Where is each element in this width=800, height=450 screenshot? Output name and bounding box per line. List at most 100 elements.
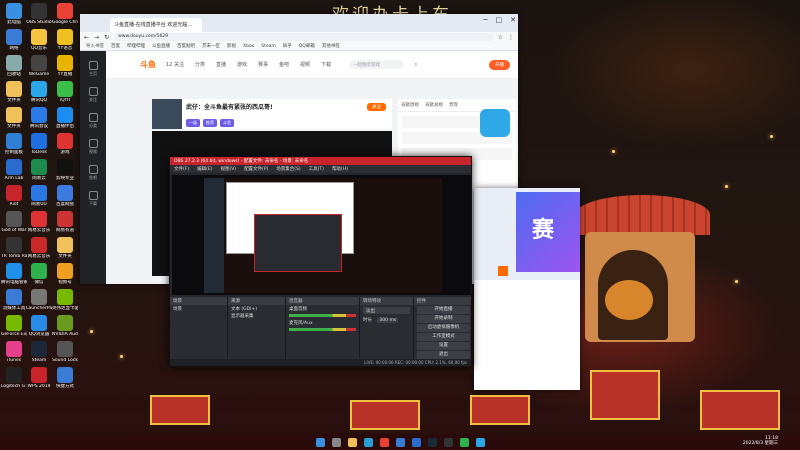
- obs-control-button[interactable]: 开始直播: [417, 306, 470, 314]
- bookmark-item[interactable]: 芥末一区: [202, 43, 220, 49]
- bookmark-item[interactable]: 其他书签: [322, 43, 340, 49]
- site-nav-item[interactable]: 分类: [195, 61, 205, 68]
- minimize-icon[interactable]: ─: [483, 16, 487, 24]
- room-tag[interactable]: 一级: [186, 119, 200, 127]
- star-icon[interactable]: ☆: [498, 34, 503, 41]
- site-nav-item[interactable]: 赛事: [258, 61, 268, 68]
- search-icon[interactable]: ⌕: [414, 61, 417, 69]
- obs-control-button[interactable]: 设置: [417, 342, 470, 350]
- site-nav-item[interactable]: 直播: [216, 61, 226, 68]
- site-nav-item[interactable]: 视频: [300, 61, 310, 68]
- bookmark-item[interactable]: 哔哩哔哩: [127, 43, 145, 49]
- desktop-icon[interactable]: QQ音乐: [26, 29, 52, 51]
- obs-control-button[interactable]: 工作室模式: [417, 333, 470, 341]
- desktop-icon[interactable]: Steam: [26, 341, 52, 363]
- file-explorer-icon[interactable]: [347, 437, 357, 447]
- desktop-icon[interactable]: 百度网盘: [52, 185, 78, 207]
- open-live-button[interactable]: 开播: [489, 59, 510, 70]
- desktop-icon[interactable]: 微信: [26, 263, 52, 285]
- site-nav-item[interactable]: 游戏: [237, 61, 247, 68]
- event-scroll-area[interactable]: [474, 280, 580, 390]
- obs-menu-item[interactable]: 工具(T): [309, 166, 324, 172]
- desktop-icon[interactable]: iTunes: [1, 341, 27, 363]
- obs-icon[interactable]: [443, 437, 453, 447]
- room-tag[interactable]: 推荐: [203, 119, 217, 127]
- close-icon[interactable]: ✕: [510, 16, 516, 24]
- desktop-icon[interactable]: 流媒体工具: [1, 289, 27, 311]
- menu-icon[interactable]: ⋮: [508, 34, 514, 41]
- bookmark-item[interactable]: 导入书签: [86, 43, 104, 49]
- obs-menu-item[interactable]: 编辑(E): [197, 166, 212, 172]
- desktop-icon[interactable]: 网易云: [26, 159, 52, 181]
- volume-meter[interactable]: [289, 328, 356, 331]
- transition-type-select[interactable]: 淡出: [363, 307, 410, 314]
- source-item[interactable]: 文本 (GDI+): [228, 305, 285, 312]
- desktop-icon[interactable]: 英伟达显卡驱动: [52, 289, 78, 311]
- desktop-icon[interactable]: God of War: [1, 211, 27, 233]
- volume-meter[interactable]: [289, 314, 356, 317]
- desktop-icon[interactable]: Logitech G HUB: [1, 367, 27, 389]
- obs-menu-item[interactable]: 视图(V): [220, 166, 236, 172]
- desktop-icon[interactable]: 网易云音乐: [26, 237, 52, 259]
- qq-icon[interactable]: [475, 437, 485, 447]
- sidebar-item[interactable]: 鱼吧: [83, 165, 103, 181]
- obs-control-button[interactable]: 开始录制: [417, 315, 470, 323]
- desktop-icon[interactable]: YY直播: [52, 55, 78, 77]
- edge-icon[interactable]: [363, 437, 373, 447]
- desktop-icon[interactable]: OBS Studio: [26, 3, 52, 25]
- desktop-icon[interactable]: 剪映专业: [52, 159, 78, 181]
- bookmark-item[interactable]: 影视: [227, 43, 236, 49]
- obs-window[interactable]: OBS 27.2.3 (64 bit, windows) - 配置文件: 未命名…: [169, 156, 472, 367]
- desktop-icon[interactable]: 腾讯会议: [26, 107, 52, 129]
- bookmark-item[interactable]: 知乎: [283, 43, 292, 49]
- desktop-icon[interactable]: 腾讯QQ: [26, 81, 52, 103]
- bookmark-item[interactable]: Xbox: [243, 44, 254, 49]
- desktop-icon[interactable]: Sound Lock: [52, 341, 78, 363]
- sidebar-item[interactable]: 视频: [83, 139, 103, 155]
- streamer-avatar[interactable]: [152, 99, 182, 129]
- desktop-icon[interactable]: 网易云音乐: [26, 211, 52, 233]
- desktop-icon[interactable]: ToDesk: [26, 133, 52, 155]
- sidebar-item[interactable]: 分类: [83, 113, 103, 129]
- obs-preview[interactable]: [172, 175, 471, 295]
- sidebar-item[interactable]: 主页: [83, 61, 103, 77]
- desktop-icon[interactable]: 回收站: [1, 55, 27, 77]
- event-window[interactable]: 赛: [474, 188, 580, 390]
- desktop-icon[interactable]: NVIDIA Audio: [52, 315, 78, 337]
- rank-tab[interactable]: 贡献总榜: [425, 102, 443, 108]
- obs-menu-item[interactable]: 文件(F): [174, 166, 189, 172]
- site-search-input[interactable]: 一起畅享游戏: [349, 60, 405, 69]
- site-logo[interactable]: 斗鱼: [140, 59, 156, 70]
- desktop-icon[interactable]: 文件夹: [52, 237, 78, 259]
- address-bar[interactable]: www.douyu.com/5629: [114, 33, 493, 41]
- desktop-icon[interactable]: iQIYI: [52, 81, 78, 103]
- desktop-icon[interactable]: WeGame: [26, 55, 52, 77]
- desktop-icon[interactable]: TR Tomb Raider: [1, 237, 27, 259]
- sidebar-item[interactable]: 下载: [83, 191, 103, 207]
- rank-tab[interactable]: 贵宾: [449, 102, 458, 108]
- system-clock[interactable]: 11:18 2022/8/3 星期三: [743, 436, 778, 446]
- desktop-icon[interactable]: 网易有道: [52, 211, 78, 233]
- desktop-icon[interactable]: YY语音: [52, 29, 78, 51]
- back-icon[interactable]: ←: [84, 34, 89, 41]
- scene-item[interactable]: 场景: [170, 305, 227, 312]
- steam-icon[interactable]: [427, 437, 437, 447]
- desktop-icon[interactable]: 快捷方式: [52, 367, 78, 389]
- duration-input[interactable]: 300 ms: [377, 318, 399, 323]
- rank-tab[interactable]: 贡献周榜: [401, 102, 419, 108]
- desktop-icon[interactable]: 文件夹: [1, 81, 27, 103]
- desktop-icon[interactable]: Arm Lab: [1, 159, 27, 181]
- wechat-icon[interactable]: [459, 437, 469, 447]
- room-tag[interactable]: 斗鱼: [220, 119, 234, 127]
- desktop-icon[interactable]: LauncherPatcher: [26, 289, 52, 311]
- desktop-icon[interactable]: 此电脑: [1, 3, 27, 25]
- desktop-icon[interactable]: QQ浏览器: [26, 315, 52, 337]
- desktop-icon[interactable]: 视频号: [52, 263, 78, 285]
- desktop-icon[interactable]: Google Chrome: [52, 3, 78, 25]
- bookmark-item[interactable]: Steam: [261, 44, 276, 49]
- obs-menu-item[interactable]: 配置文件(P): [244, 166, 268, 172]
- chrome-icon[interactable]: [379, 437, 389, 447]
- desktop-icon[interactable]: 网络: [1, 29, 27, 51]
- bookmark-item[interactable]: 斗鱼直播: [152, 43, 170, 49]
- mail-icon[interactable]: [411, 437, 421, 447]
